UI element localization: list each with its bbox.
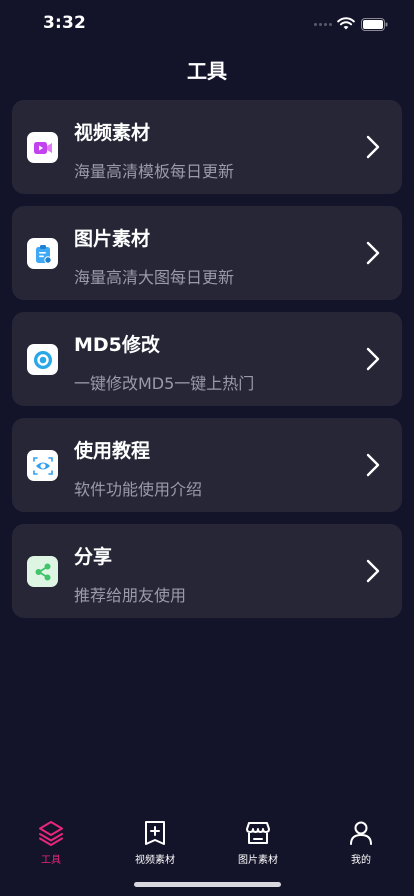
- card-video-materials[interactable]: 视频素材 海量高清模板每日更新: [12, 100, 402, 194]
- card-title: 图片素材: [74, 228, 151, 250]
- card-description: 一键修改MD5一键上热门: [74, 374, 255, 393]
- wifi-icon: [337, 15, 355, 34]
- card-description: 海量高清模板每日更新: [74, 162, 235, 181]
- chevron-right-icon: [366, 135, 380, 163]
- card-description: 海量高清大图每日更新: [74, 268, 235, 287]
- page-title: 工具: [187, 59, 227, 83]
- status-bar: 3:32: [0, 0, 414, 48]
- card-share[interactable]: 分享 推荐给朋友使用: [12, 524, 402, 618]
- card-title: 分享: [74, 546, 113, 568]
- chevron-right-icon: [366, 559, 380, 587]
- layers-icon: [36, 818, 66, 848]
- tab-label: 我的: [351, 855, 371, 866]
- chevron-right-icon: [366, 241, 380, 269]
- tab-image-materials[interactable]: 图片素材: [208, 812, 308, 868]
- card-image-materials[interactable]: 图片素材 海量高清大图每日更新: [12, 206, 402, 300]
- share-icon: [27, 556, 58, 587]
- tab-label: 视频素材: [135, 855, 175, 866]
- card-title: MD5修改: [74, 334, 160, 356]
- store-icon: [243, 818, 273, 848]
- card-md5-modify[interactable]: MD5修改 一键修改MD5一键上热门: [12, 312, 402, 406]
- tab-label: 工具: [41, 855, 61, 866]
- ring-icon: [27, 344, 58, 375]
- add-box-icon: [140, 818, 170, 848]
- tools-screen: 3:32 工具 视频素材 海量高清模板每日更新 图片素材 海量高清大图每日更新 …: [0, 0, 414, 896]
- home-indicator: [134, 882, 281, 887]
- tab-video-materials[interactable]: 视频素材: [105, 812, 205, 868]
- person-icon: [346, 818, 376, 848]
- status-time: 3:32: [43, 13, 87, 33]
- chevron-right-icon: [366, 453, 380, 481]
- card-description: 软件功能使用介绍: [74, 480, 203, 499]
- card-title: 使用教程: [74, 440, 151, 462]
- battery-icon: [361, 16, 388, 35]
- tab-label: 图片素材: [238, 855, 278, 866]
- clipboard-icon: [27, 238, 58, 269]
- card-title: 视频素材: [74, 122, 151, 144]
- tab-tools[interactable]: 工具: [1, 812, 101, 868]
- card-tutorial[interactable]: 使用教程 软件功能使用介绍: [12, 418, 402, 512]
- eye-scan-icon: [27, 450, 58, 481]
- card-description: 推荐给朋友使用: [74, 586, 187, 605]
- chevron-right-icon: [366, 347, 380, 375]
- cellular-signal-icon: [314, 23, 332, 26]
- tab-bar: 工具 视频素材 图片素材 我的: [0, 812, 414, 872]
- tab-mine[interactable]: 我的: [311, 812, 411, 868]
- video-icon: [27, 132, 58, 163]
